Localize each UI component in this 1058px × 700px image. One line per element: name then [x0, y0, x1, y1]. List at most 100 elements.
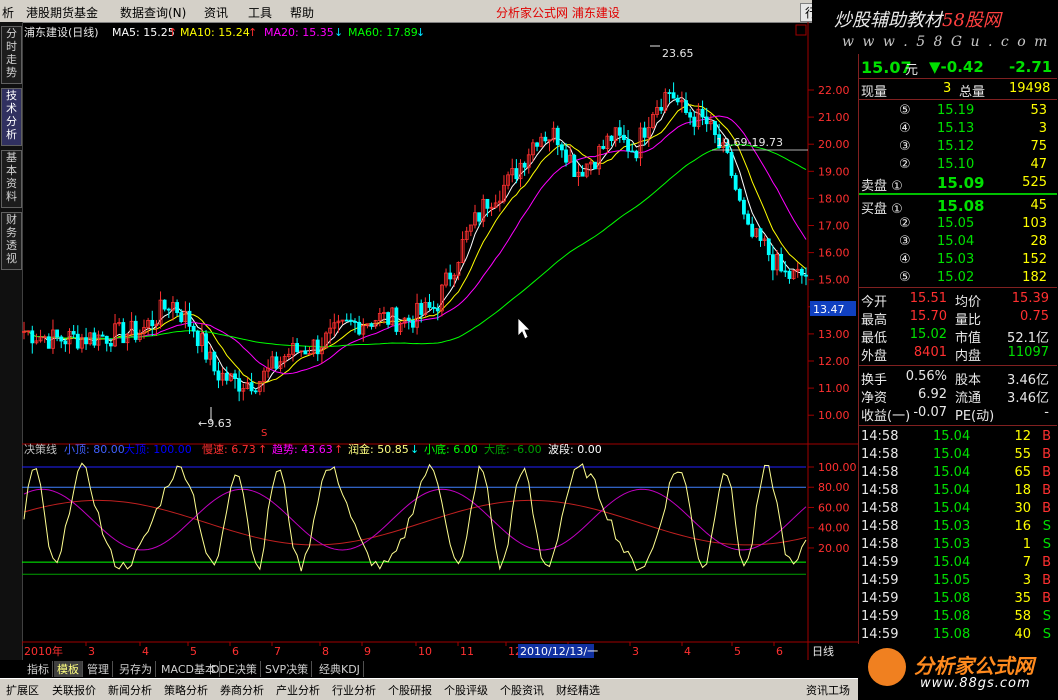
x-tick-label: 3: [88, 645, 95, 658]
price-tick-label: 16.00: [818, 247, 850, 260]
tick-row: 14:59 15.08 35 B: [861, 591, 1051, 606]
chart-svg[interactable]: 浦东建设(日线) MA5: 15.25 ↑ MA10: 15.24 ↑ MA20…: [21, 22, 858, 660]
candle-body: [564, 149, 568, 163]
extension-tab-bar: 资讯工场 扩展区 关联报价 新闻分析 策略分析 券商分析 产业分析 行业分析 个股研报 个股评级…: [0, 678, 858, 700]
candle-body: [622, 134, 626, 140]
extension-tab[interactable]: 券商分析: [220, 682, 264, 698]
indicator-big-bottom: 大底: -6.00: [484, 442, 542, 456]
extension-tab[interactable]: 行业分析: [332, 682, 376, 698]
candle-body: [630, 150, 635, 153]
indicator-band: 波段: 0.00: [548, 442, 602, 456]
formula-tab[interactable]: DDE决策: [208, 661, 261, 677]
extension-tab[interactable]: 个股资讯: [500, 682, 544, 698]
tab-intraday[interactable]: 分时走势: [1, 26, 22, 84]
candle-body: [787, 270, 792, 279]
annotation-level: 19.69-19.73: [716, 136, 783, 149]
candle-body: [758, 228, 763, 241]
price-tick-label: 18.00: [818, 192, 850, 205]
candle-body: [783, 270, 788, 273]
menu-item-help[interactable]: 帮助: [290, 4, 314, 21]
menu-item-hk-futures[interactable]: 港股期货基金: [26, 4, 98, 21]
formula-tab[interactable]: 模板: [54, 661, 83, 677]
indicator-lines: [22, 462, 807, 575]
extension-tab[interactable]: 个股研报: [388, 682, 432, 698]
chart-area[interactable]: 浦东建设(日线) MA5: 15.25 ↑ MA10: 15.24 ↑ MA20…: [21, 22, 858, 660]
indicator-small-top: 小顶: 80.00: [64, 443, 125, 456]
tick-row: 14:59 15.08 40 S: [861, 627, 1051, 642]
candle-body: [601, 146, 606, 149]
tab-technical[interactable]: 技术分析: [1, 88, 22, 146]
news-workshop-button[interactable]: 资讯工场: [806, 682, 850, 698]
extension-tab[interactable]: 财经精选: [556, 682, 600, 698]
indicator-trend: 趋势: 43.63: [272, 443, 333, 456]
menu-item-analysis[interactable]: 析: [2, 4, 14, 21]
minimize-icon[interactable]: [795, 24, 807, 36]
candle-body: [30, 330, 35, 344]
extension-tab[interactable]: 扩展区: [6, 682, 39, 698]
candle-body: [344, 319, 349, 322]
tab-fundamentals[interactable]: 基本资料: [1, 150, 22, 208]
formula-tab[interactable]: 管理: [84, 661, 113, 677]
candle-body: [187, 310, 192, 327]
extension-tab[interactable]: 关联报价: [52, 682, 96, 698]
extension-tab[interactable]: 新闻分析: [108, 682, 152, 698]
window-title: 分析家公式网 浦东建设: [496, 6, 620, 20]
tick-row: 14:58 15.04 12 B: [861, 429, 1051, 444]
indicator-trend-arrow: ↑: [334, 443, 343, 456]
candle-body: [713, 121, 717, 136]
candle-body: [369, 323, 374, 327]
formula-tab[interactable]: 另存为: [116, 661, 156, 677]
stat-row: 换手 0.56% 股本 3.46亿: [861, 369, 1049, 388]
period-label[interactable]: 日线: [812, 644, 834, 658]
ma60-arrow: ↓: [416, 26, 425, 39]
candle-body: [559, 144, 564, 151]
x-tick-label: 11: [460, 645, 474, 658]
x-tick-label: 2010年: [24, 644, 63, 658]
formula-tab[interactable]: SVP决策: [262, 661, 313, 677]
formula-tab[interactable]: 经典KDJ: [316, 661, 364, 677]
mouse-cursor-icon: [517, 317, 531, 340]
candle-body: [746, 213, 750, 225]
bid-row: ③ 15.04 28: [899, 234, 1047, 249]
menu-item-tools[interactable]: 工具: [248, 4, 272, 21]
candle-body: [659, 107, 664, 111]
candle-body: [249, 382, 254, 392]
runjin-line: [23, 462, 807, 572]
price-tick-label: 13.00: [818, 328, 850, 341]
ask-price: 15.19: [937, 103, 975, 118]
candle-body: [406, 317, 411, 321]
bid-price: 15.05: [937, 216, 975, 231]
candle-body: [733, 175, 738, 190]
current-price-label: 13.47: [813, 303, 845, 316]
candle-body: [729, 152, 734, 176]
extension-tab[interactable]: 产业分析: [276, 682, 320, 698]
price-row: 15.07 元 ▼-0.42 -2.71: [859, 56, 1057, 78]
ma10-arrow: ↑: [248, 26, 257, 39]
left-tab-bar: 分时走势 技术分析 基本资料 财务透视: [0, 22, 23, 660]
tick-row: 14:59 15.04 7 B: [861, 555, 1051, 570]
x-tick-label: 4: [142, 645, 149, 658]
candle-body: [750, 223, 755, 237]
price-tick-label: 22.00: [818, 84, 850, 97]
tab-financials[interactable]: 财务透视: [1, 212, 22, 270]
formula-tab[interactable]: 指标: [24, 661, 53, 677]
candle-body: [448, 272, 453, 280]
candle-body: [55, 329, 60, 338]
candle-body: [742, 199, 746, 215]
ask-row: 卖盘 ① 15.09 525: [861, 174, 1047, 194]
price-lines: [23, 96, 807, 390]
x-tick-label: 8: [322, 645, 329, 658]
candle-body: [692, 116, 697, 127]
extension-tab[interactable]: 策略分析: [164, 682, 208, 698]
menu-item-data-query[interactable]: 数据查询(N): [120, 4, 186, 21]
candle-body: [766, 238, 771, 256]
annotation-high: 23.65: [662, 47, 694, 60]
candle-body: [150, 319, 155, 327]
extension-tab[interactable]: 个股评级: [444, 682, 488, 698]
candle-body: [804, 274, 808, 277]
candle-body: [75, 333, 80, 349]
candle-body: [514, 168, 519, 180]
menu-item-news[interactable]: 资讯: [204, 4, 228, 21]
candle-body: [166, 308, 171, 311]
price-tick-label: 19.00: [818, 165, 850, 178]
